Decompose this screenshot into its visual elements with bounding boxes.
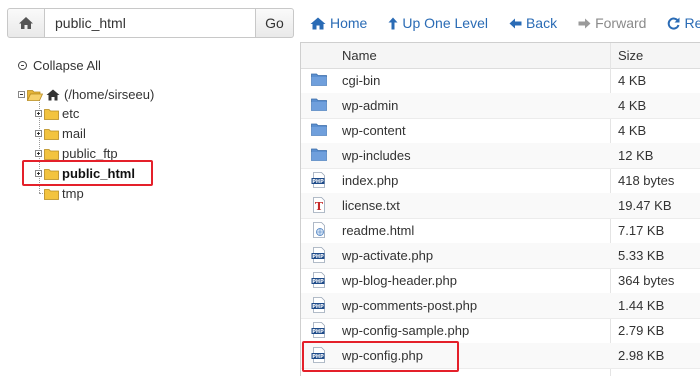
tree-node-public-ftp[interactable]: public_ftp	[35, 146, 118, 161]
folder-icon	[44, 128, 59, 140]
expand-toggle-icon[interactable]	[35, 130, 42, 137]
open-folder-icon	[27, 89, 43, 101]
size-column-header[interactable]: Size	[618, 48, 643, 63]
table-row[interactable]: PHP wp-comments-post.php 1.44 KB	[301, 293, 700, 319]
php-file-icon: PHP	[311, 247, 327, 266]
home-icon	[19, 17, 33, 29]
folder-icon	[44, 188, 59, 200]
forward-link[interactable]: Forward	[578, 15, 646, 31]
file-name: wp-blog-header.php	[342, 273, 457, 288]
table-row[interactable]: PHP index.php 418 bytes	[301, 168, 700, 194]
folder-icon	[44, 148, 59, 160]
home-link[interactable]: Home	[310, 15, 367, 31]
file-size: 1.44 KB	[618, 298, 665, 313]
tree-label-tmp: tmp	[62, 186, 84, 201]
table-row[interactable]: PHP wp-blog-header.php 364 bytes	[301, 268, 700, 294]
home-label: Home	[330, 15, 368, 31]
file-size: 418 bytes	[618, 173, 675, 188]
php-file-icon: PHP	[311, 172, 327, 191]
name-column-header[interactable]: Name	[342, 48, 377, 63]
table-row[interactable]: Tlicense.txt 19.47 KB	[301, 193, 700, 219]
back-label: Back	[525, 15, 558, 31]
reload-label: Reload	[684, 15, 700, 31]
file-name: index.php	[342, 173, 399, 188]
arrow-up-icon	[388, 17, 398, 29]
table-row[interactable]: PHP wp-activate.php 5.33 KB	[301, 243, 700, 269]
folder-icon	[311, 122, 327, 139]
svg-text:PHP: PHP	[312, 179, 324, 185]
up-one-level-link[interactable]: Up One Level	[388, 15, 488, 31]
file-list-panel: Name Size cgi-bin 4 KB wp-admin 4 KB wp-cont…	[300, 42, 700, 376]
php-file-icon: PHP	[311, 297, 327, 316]
file-size: 12 KB	[618, 148, 654, 163]
table-row[interactable]: wp-content 4 KB	[301, 118, 700, 144]
selected-folder-highlight	[22, 160, 153, 186]
table-row[interactable]: wp-admin 4 KB	[301, 93, 700, 119]
svg-text:T: T	[315, 200, 324, 213]
file-name: wp-comments-post.php	[342, 298, 478, 313]
file-name: license.txt	[342, 198, 400, 213]
tree-label-public-ftp: public_ftp	[62, 146, 118, 161]
svg-text:PHP: PHP	[312, 254, 324, 260]
path-input[interactable]	[45, 8, 256, 38]
folder-icon	[311, 97, 327, 114]
file-name: wp-config-sample.php	[342, 323, 470, 338]
tree-root-label: (/home/sirseeu)	[64, 87, 155, 102]
selected-file-highlight	[302, 341, 459, 372]
html-file-icon	[311, 222, 327, 241]
file-name: readme.html	[342, 223, 415, 238]
reload-link[interactable]: Reload	[667, 15, 700, 31]
arrow-right-icon	[578, 18, 591, 28]
arrow-left-icon	[509, 18, 522, 28]
table-row[interactable]: wp-includes 12 KB	[301, 143, 700, 169]
tree-label-mail: mail	[62, 126, 86, 141]
navigation-toolbar: Home Up One Level Back Forward Reload	[310, 8, 700, 38]
svg-text:PHP: PHP	[312, 329, 324, 335]
go-button[interactable]: Go	[256, 8, 294, 38]
file-size: 364 bytes	[618, 273, 675, 288]
php-file-icon: PHP	[311, 322, 327, 341]
up-one-level-label: Up One Level	[402, 15, 488, 31]
file-size: 4 KB	[618, 73, 647, 88]
home-icon	[310, 17, 326, 29]
folder-icon	[311, 72, 327, 89]
file-name: wp-activate.php	[342, 248, 434, 263]
table-row[interactable]: cgi-bin 4 KB	[301, 68, 700, 94]
svg-text:PHP: PHP	[312, 279, 324, 285]
tree-node-tmp[interactable]: tmp	[44, 186, 84, 201]
collapse-all-label: Collapse All	[33, 58, 101, 73]
forward-label: Forward	[595, 15, 647, 31]
folder-icon	[44, 108, 59, 120]
tree-node-mail[interactable]: mail	[35, 126, 86, 141]
expand-toggle-icon[interactable]	[35, 110, 42, 117]
file-size: 2.98 KB	[618, 348, 665, 363]
expand-toggle-icon[interactable]	[35, 150, 42, 157]
home-directory-button[interactable]	[7, 8, 45, 38]
file-size: 19.47 KB	[618, 198, 672, 213]
home-icon	[46, 89, 60, 100]
file-size: 4 KB	[618, 123, 647, 138]
collapse-icon	[18, 61, 27, 70]
file-size: 4 KB	[618, 98, 647, 113]
file-size: 2.79 KB	[618, 323, 665, 338]
text-file-icon: T	[311, 197, 327, 216]
file-name: wp-content	[342, 123, 406, 138]
tree-node-etc[interactable]: etc	[35, 106, 79, 121]
collapse-toggle-icon[interactable]	[18, 91, 25, 98]
svg-text:PHP: PHP	[312, 304, 324, 310]
file-name: cgi-bin	[342, 73, 381, 88]
tree-label-etc: etc	[62, 106, 80, 121]
back-link[interactable]: Back	[509, 15, 557, 31]
file-size: 7.17 KB	[618, 223, 665, 238]
tree-node-root[interactable]: (/home/sirseeu)	[18, 87, 154, 102]
reload-icon	[668, 17, 680, 29]
collapse-all-link[interactable]: Collapse All	[18, 58, 101, 73]
folder-icon	[311, 147, 327, 164]
file-size: 5.33 KB	[618, 248, 665, 263]
table-row[interactable]: readme.html 7.17 KB	[301, 218, 700, 244]
table-header: Name Size	[301, 43, 700, 69]
file-name: wp-admin	[342, 98, 399, 113]
file-name: wp-includes	[342, 148, 411, 163]
php-file-icon: PHP	[311, 272, 327, 291]
